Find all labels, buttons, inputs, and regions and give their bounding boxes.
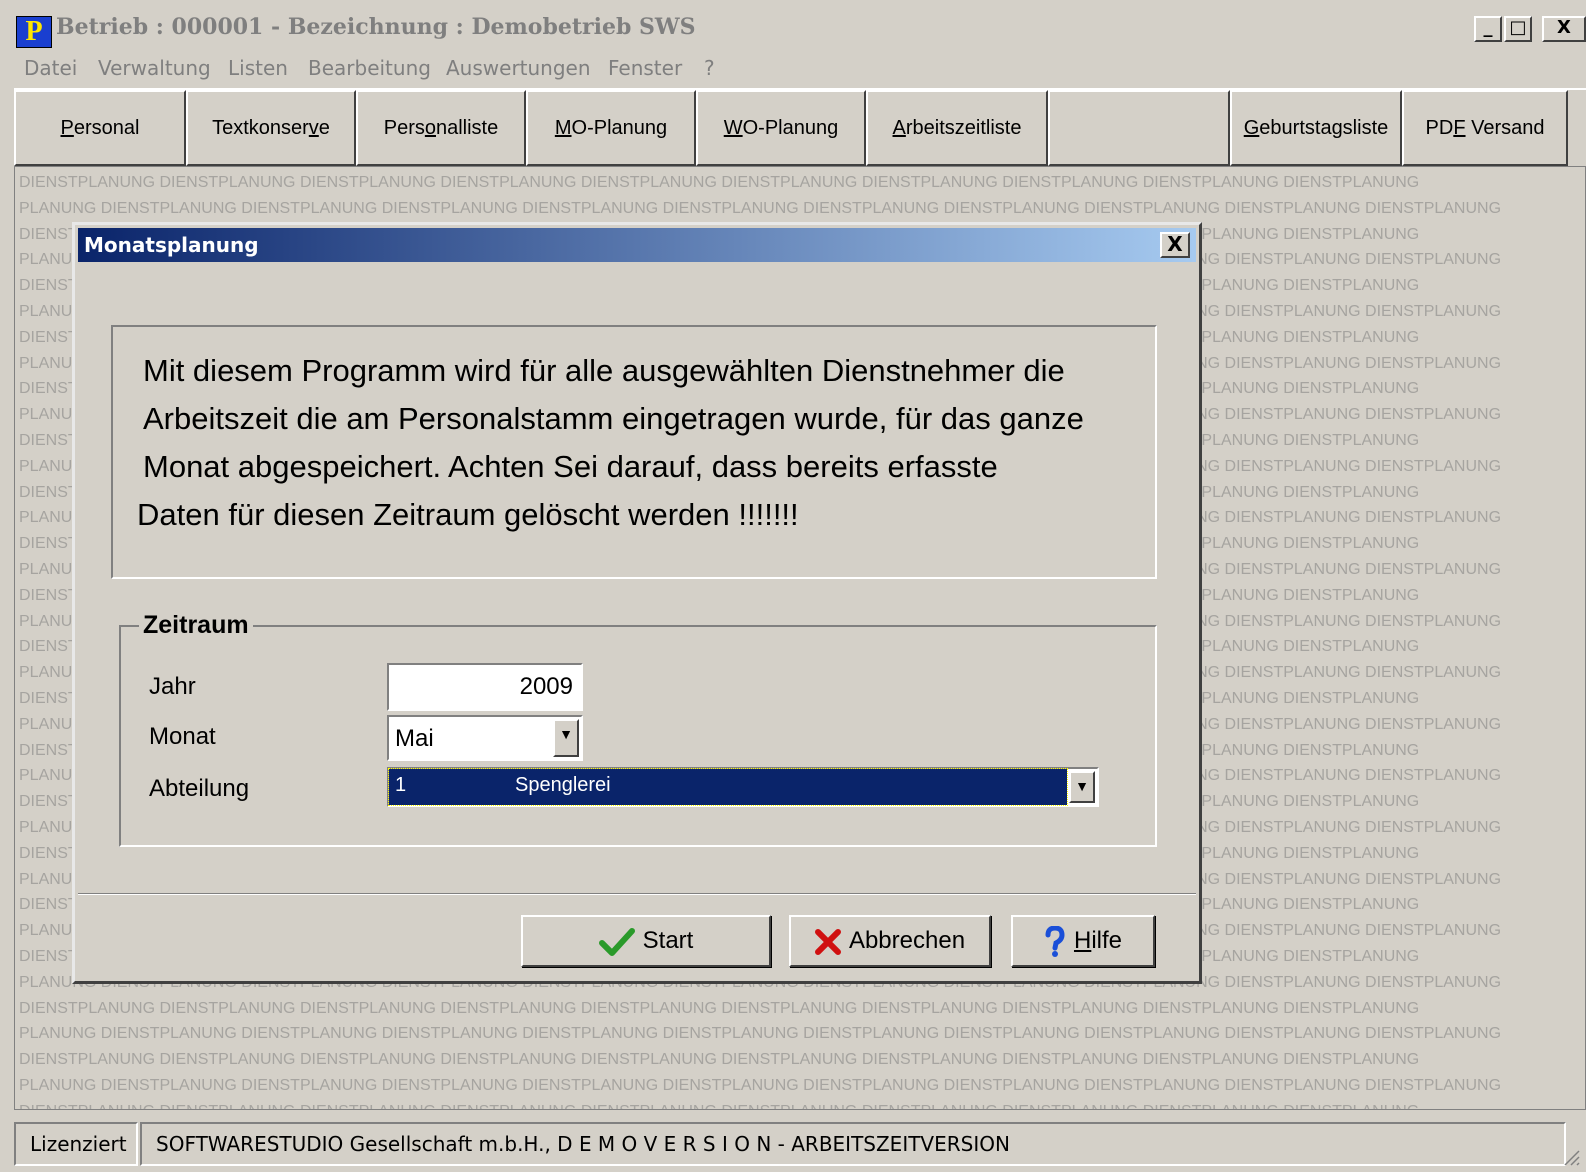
toolbar-personalliste-button[interactable]: Personalliste — [356, 90, 526, 166]
menu-datei[interactable]: Datei — [24, 56, 77, 80]
window-titlebar: P Betrieb : 000001 - Bezeichnung : Demob… — [0, 0, 1586, 58]
toolbar-textkonserve-button[interactable]: Textkonserve — [186, 90, 356, 166]
watermark-row: DIENSTPLANUNG DIENSTPLANUNG DIENSTPLANUN… — [19, 174, 1420, 191]
dialog-separator — [78, 893, 1196, 895]
hilfe-mnemonic: H — [1073, 927, 1092, 954]
toolbar-empty-button[interactable] — [1048, 90, 1230, 166]
abbrechen-button-label: Abbrechen — [848, 927, 966, 954]
dialog-close-button[interactable]: X — [1160, 232, 1190, 258]
question-icon — [1045, 925, 1065, 957]
message-line: Monat abgespeichert. Achten Sei darauf, … — [143, 449, 998, 484]
menu-help[interactable]: ? — [704, 56, 715, 80]
abteilung-dropdown-arrow-icon[interactable]: ▼ — [1069, 771, 1095, 803]
status-company: SOFTWARESTUDIO Gesellschaft m.b.H., D E … — [140, 1122, 1566, 1166]
abteilung-name: Spenglerei — [515, 774, 611, 796]
watermark-row: PLANUNG DIENSTPLANUNG DIENSTPLANUNG DIEN… — [19, 199, 1502, 217]
close-window-button[interactable]: X — [1542, 16, 1586, 42]
watermark-row: DIENSTPLANUNG DIENSTPLANUNG DIENSTPLANUN… — [19, 1051, 1420, 1069]
toolbar-wo-planung-button[interactable]: WO-Planung — [696, 90, 866, 166]
status-bar: Lizenziert SOFTWARESTUDIO Gesellschaft m… — [0, 1116, 1586, 1172]
abbrechen-button[interactable]: Abbrechen — [789, 915, 991, 967]
check-icon — [598, 927, 635, 956]
start-button-label: Start — [642, 927, 694, 954]
menu-fenster[interactable]: Fenster — [608, 56, 682, 80]
watermark-row: PLANUNG DIENSTPLANUNG DIENSTPLANUNG DIEN… — [19, 1025, 1502, 1043]
message-line: Mit diesem Programm wird für alle ausgew… — [143, 353, 1065, 388]
dialog-title: Monatsplanung — [84, 233, 259, 257]
menu-auswertungen[interactable]: Auswertungen — [446, 56, 591, 80]
menu-bar: Datei Verwaltung Listen Bearbeitung Ausw… — [0, 54, 1586, 84]
monat-dropdown-arrow-icon[interactable]: ▼ — [553, 719, 579, 757]
toolbar-personal-button[interactable]: Personal — [14, 90, 186, 166]
maximize-button[interactable]: □ — [1504, 16, 1532, 42]
jahr-value: 2009 — [519, 673, 573, 700]
hilfe-button-label: ilfe — [1091, 927, 1123, 954]
zeitraum-group — [119, 625, 1157, 847]
abteilung-selection-highlight: 1 Spenglerei — [388, 768, 1068, 806]
monat-select[interactable]: Mai ▼ — [387, 715, 583, 761]
resize-grip-icon[interactable] — [1562, 1148, 1580, 1166]
app-icon: P — [16, 16, 52, 48]
menu-verwaltung[interactable]: Verwaltung — [98, 56, 211, 80]
watermark-row: DIENSTPLANUNG DIENSTPLANUNG DIENSTPLANUN… — [19, 999, 1420, 1017]
zeitraum-group-label: Zeitraum — [139, 611, 253, 640]
toolbar: Personal Textkonserve Personalliste MO-P… — [14, 88, 1586, 166]
status-license: Lizenziert — [14, 1122, 138, 1166]
watermark-row: DIENSTPLANUNG DIENSTPLANUNG DIENSTPLANUN… — [19, 1102, 1419, 1109]
x-icon — [814, 928, 841, 955]
message-line: Arbeitszeit die am Personalstamm eingetr… — [143, 401, 1084, 436]
window-title: Betrieb : 000001 - Bezeichnung : Demobet… — [56, 14, 696, 40]
message-line: Daten für diesen Zeitraum gelöscht werde… — [137, 497, 799, 532]
monat-value: Mai — [395, 725, 434, 752]
abteilung-code: 1 — [395, 774, 407, 796]
minimize-button[interactable]: _ — [1474, 16, 1502, 42]
jahr-input[interactable]: 2009 — [387, 663, 583, 711]
toolbar-pdf-versand-button[interactable]: PDF Versand — [1402, 90, 1568, 166]
hilfe-button[interactable]: Hilfe — [1011, 915, 1155, 967]
abteilung-select[interactable]: 1 Spenglerei ▼ — [387, 767, 1099, 807]
dialog-titlebar: Monatsplanung X — [78, 228, 1196, 262]
menu-bearbeitung[interactable]: Bearbeitung — [308, 56, 431, 80]
jahr-label: Jahr — [149, 673, 196, 700]
menu-listen[interactable]: Listen — [228, 56, 288, 80]
abteilung-label: Abteilung — [149, 775, 250, 802]
watermark-row: PLANUNG DIENSTPLANUNG DIENSTPLANUNG DIEN… — [19, 1077, 1502, 1094]
monat-label: Monat — [149, 723, 216, 750]
toolbar-geburtstagsliste-button[interactable]: Geburtstagsliste — [1230, 90, 1402, 166]
toolbar-arbeitszeitliste-button[interactable]: Arbeitszeitliste — [866, 90, 1048, 166]
info-message-box: Mit diesem Programm wird für alle ausgew… — [111, 325, 1157, 579]
monatsplanung-dialog: Monatsplanung X Mit diesem Programm wird… — [72, 222, 1202, 984]
start-button[interactable]: Start — [521, 915, 771, 967]
toolbar-mo-planung-button[interactable]: MO-Planung — [526, 90, 696, 166]
